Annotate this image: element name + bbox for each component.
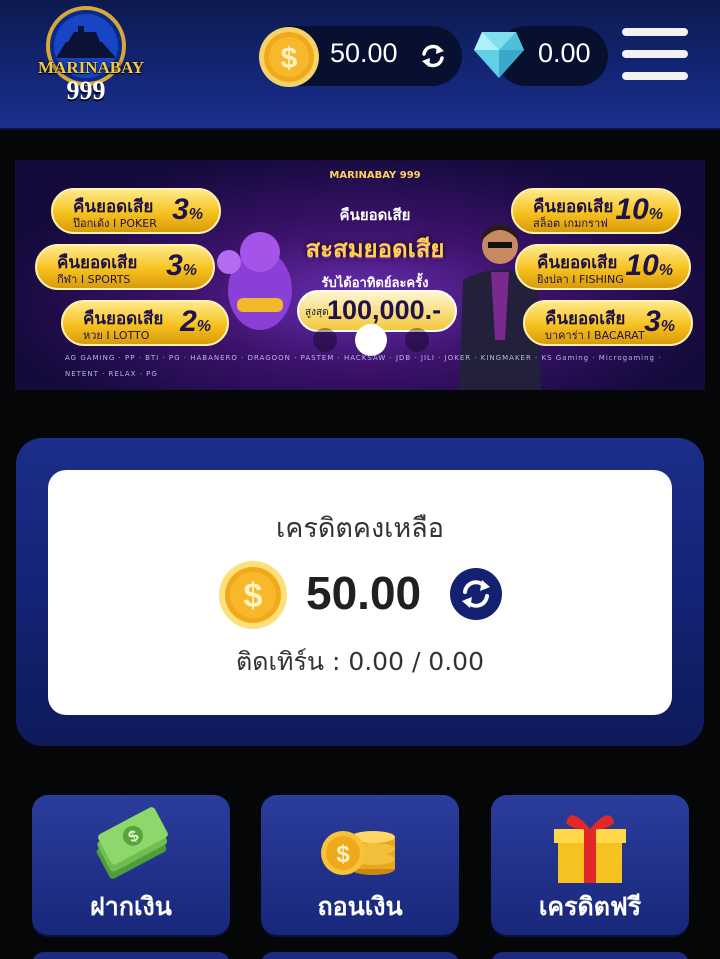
promo-sub: ยิงปลา I FISHING — [537, 273, 624, 286]
menu-bar — [622, 28, 688, 36]
coin-balance: 50.00 — [330, 38, 398, 68]
coins-icon: $ — [321, 831, 395, 875]
free-credit-button[interactable]: เครดิตฟรี — [491, 795, 689, 935]
promo-percent: 2% — [180, 305, 211, 338]
diamond-icon — [474, 32, 524, 78]
banner-title: สะสมยอดเสีย — [305, 235, 445, 263]
free-credit-label: เครดิตฟรี — [538, 892, 642, 921]
menu-bar — [622, 72, 688, 80]
promo-sub: กีฬา I SPORTS — [57, 273, 131, 286]
promo-sub: บาคาร่า I BACARAT — [545, 329, 645, 342]
deposit-button[interactable]: $ ฝากเงิน — [32, 795, 230, 935]
refresh-credit-button[interactable] — [450, 568, 502, 620]
next-row-tile — [261, 952, 459, 959]
next-row-tile — [32, 952, 230, 959]
top-header: MARINABAY 999 50.00 $ 0.00 — [0, 0, 720, 130]
credit-panel: เครดิตคงเหลือ $ 50.00 ติดเทิร์น : 0.00 /… — [16, 438, 704, 746]
carousel-dot[interactable] — [313, 328, 337, 352]
promo-baccarat: คืนยอดเสีย บาคาร่า I BACARAT 3% — [523, 300, 693, 346]
deposit-label: ฝากเงิน — [90, 892, 172, 921]
promo-percent: 3% — [172, 193, 203, 226]
provider-logos: AG GAMING · PP · BTI · PG · HABANERO · D… — [65, 354, 662, 378]
svg-text:$: $ — [281, 42, 298, 75]
svg-text:$: $ — [336, 841, 350, 868]
promo-slots: คืนยอดเสีย สล็อต เกมกราฟ 10% — [511, 188, 681, 234]
promo-percent: 10% — [625, 249, 673, 282]
hamburger-menu-icon[interactable] — [622, 26, 688, 86]
logo-text: MARINABAY — [38, 58, 145, 77]
banner-logo-text: MARINABAY 999 — [329, 170, 421, 181]
gift-icon — [554, 815, 626, 883]
turnover-status: ติดเทิร์น : 0.00 / 0.00 — [236, 647, 484, 676]
promo-sub: สล็อต เกมกราฟ — [533, 217, 608, 230]
promo-percent: 10% — [615, 193, 663, 226]
banner-subheadline: คืนยอดเสีย — [339, 206, 411, 224]
credit-card: เครดิตคงเหลือ $ 50.00 ติดเทิร์น : 0.00 /… — [48, 470, 672, 715]
gem-balance: 0.00 — [538, 38, 591, 68]
next-row-tile — [491, 952, 689, 959]
promo-fishing: คืนยอดเสีย ยิงปลา I FISHING 10% — [515, 244, 691, 290]
promo-poker: คืนยอดเสีย ป๊อกเด้ง I POKER 3% — [51, 188, 221, 234]
promo-banner-carousel[interactable]: คืนยอดเสีย ป๊อกเด้ง I POKER 3% คืนยอดเสี… — [15, 160, 705, 390]
credit-title: เครดิตคงเหลือ — [276, 513, 444, 544]
max-label: สูงสุด — [305, 307, 329, 318]
banner-headline: MARINABAY 999 คืนยอดเสีย สะสมยอดเสีย รับ… — [285, 170, 465, 293]
coin-icon: $ — [259, 27, 319, 87]
refresh-icon[interactable] — [417, 40, 449, 72]
logo-number: 999 — [66, 76, 106, 105]
promo-sports: คืนยอดเสีย กีฬา I SPORTS 3% — [35, 244, 215, 290]
carousel-dot[interactable] — [405, 328, 429, 352]
credit-amount: 50.00 — [306, 567, 422, 619]
max-amount: 100,000.- — [327, 295, 442, 325]
promo-percent: 3% — [166, 249, 197, 282]
svg-text:$: $ — [244, 577, 263, 615]
menu-bar — [622, 50, 688, 58]
cash-icon: $ — [96, 807, 168, 879]
promo-lotto: คืนยอดเสีย หวย I LOTTO 2% — [61, 300, 229, 346]
withdraw-button[interactable]: $ ถอนเงิน — [261, 795, 459, 935]
withdraw-label: ถอนเงิน — [317, 892, 403, 921]
promo-percent: 3% — [644, 305, 675, 338]
promo-sub: ป๊อกเด้ง I POKER — [73, 217, 157, 230]
coin-icon: $ — [219, 561, 287, 629]
promo-sub: หวย I LOTTO — [83, 329, 150, 342]
site-logo[interactable]: MARINABAY 999 — [38, 6, 145, 106]
